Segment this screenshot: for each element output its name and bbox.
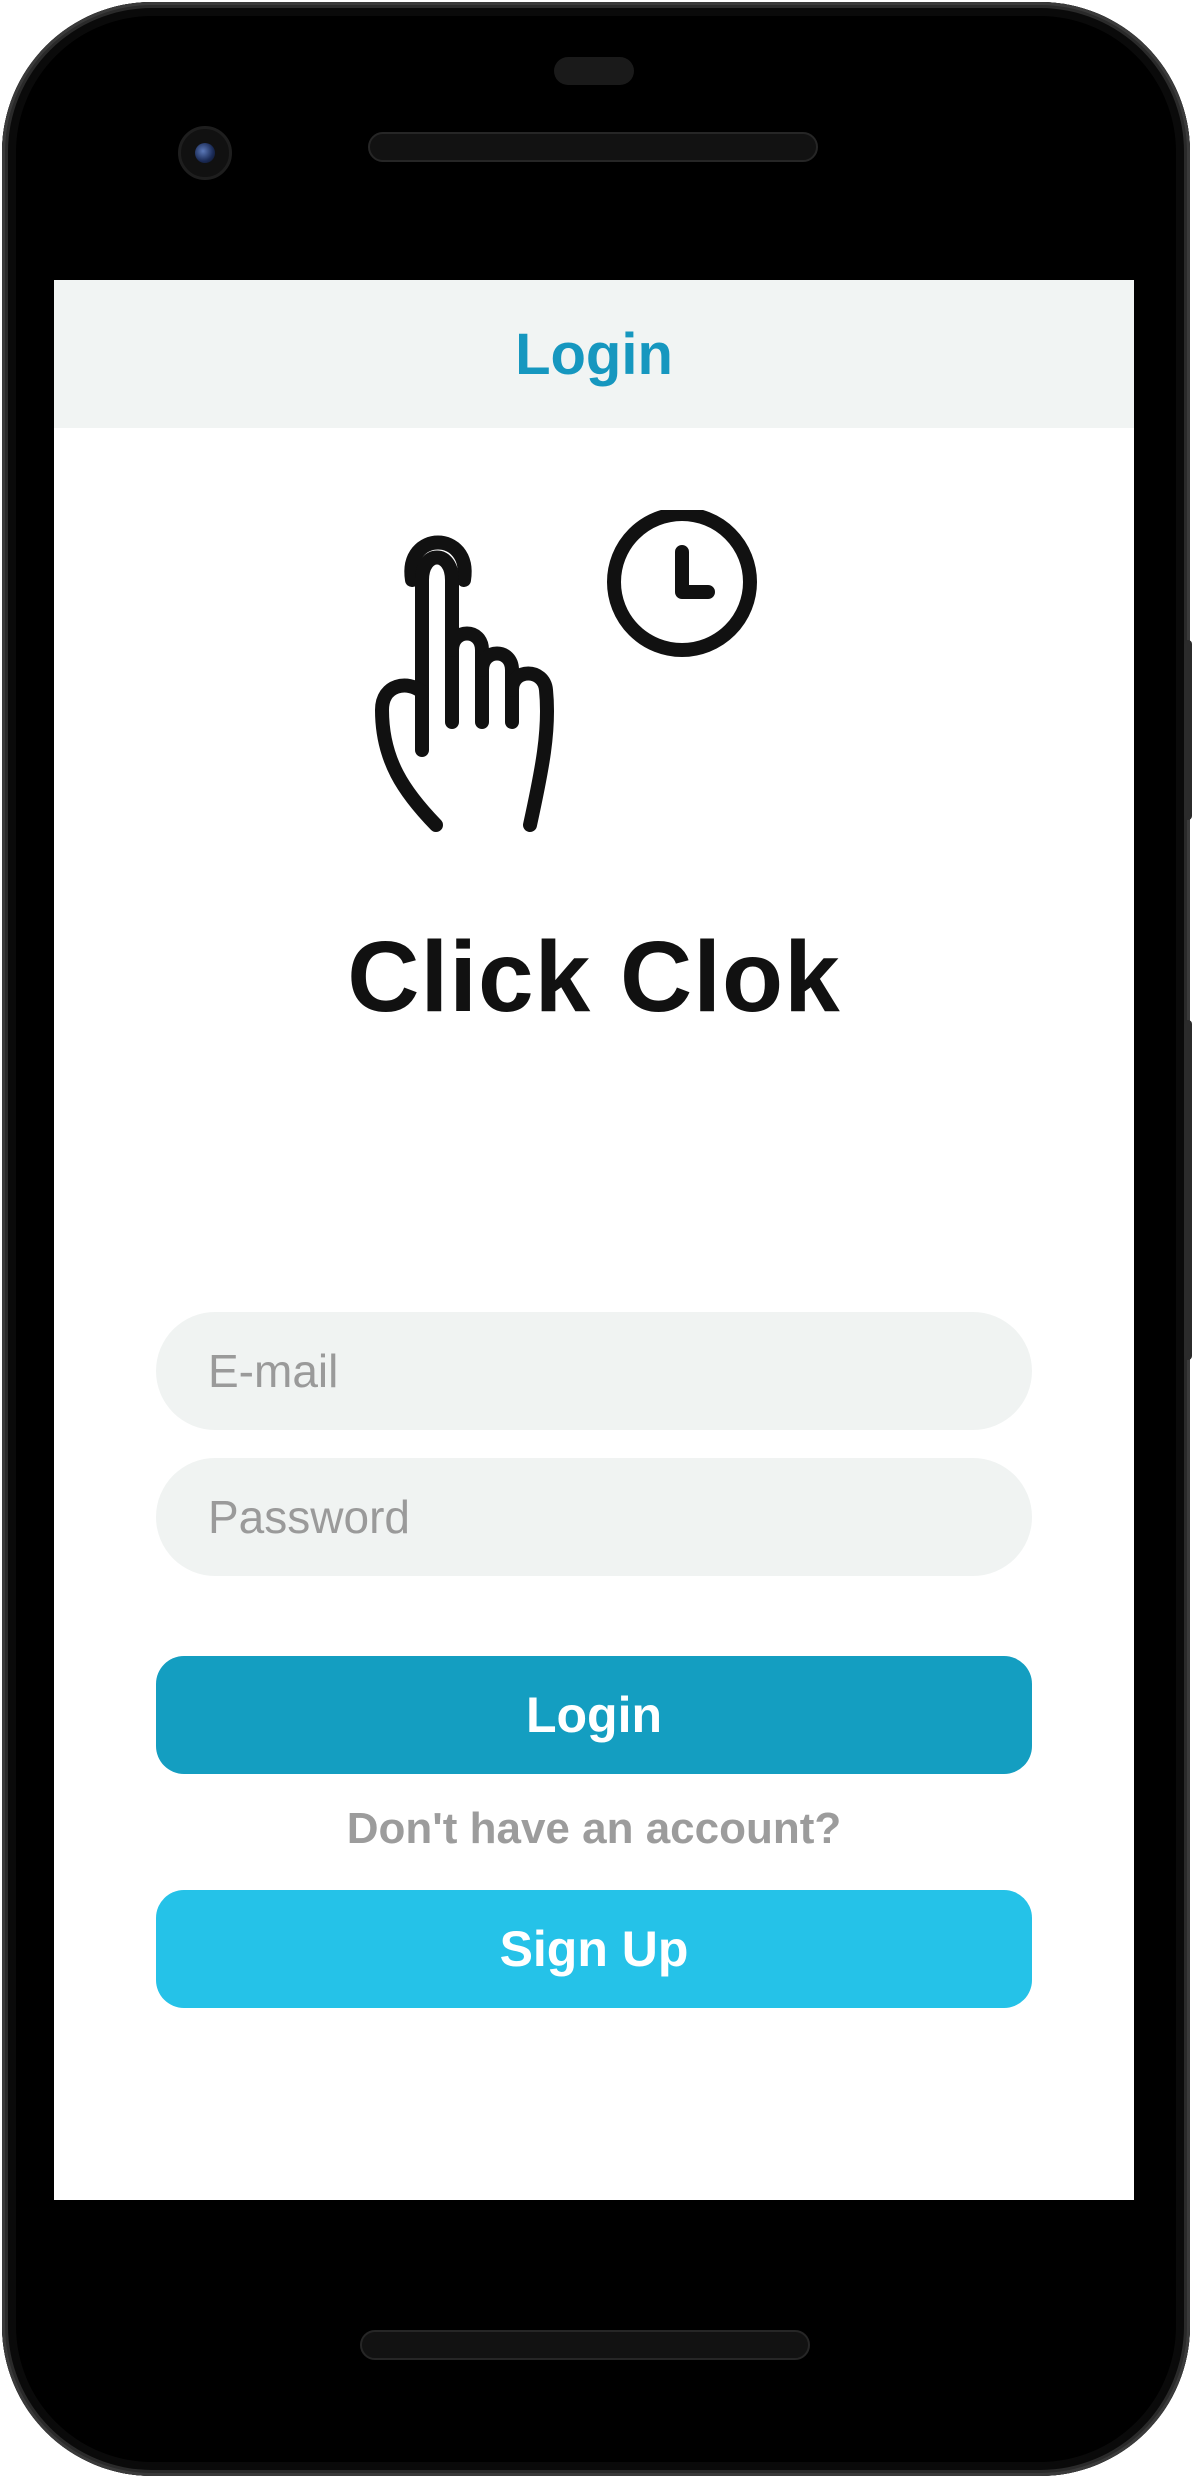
password-input[interactable] bbox=[156, 1458, 1032, 1576]
power-button bbox=[1184, 640, 1192, 820]
phone-notch bbox=[554, 57, 634, 85]
app-bar: Login bbox=[54, 280, 1134, 428]
login-button[interactable]: Login bbox=[156, 1656, 1032, 1774]
phone-frame: Login Click Clok E-mail Login Don't have… bbox=[2, 2, 1190, 2476]
bottom-speaker bbox=[360, 2330, 810, 2360]
email-field[interactable] bbox=[156, 1312, 1032, 1430]
volume-button bbox=[1184, 1020, 1192, 1360]
top-speaker bbox=[368, 132, 818, 162]
tap-finger-clock-icon bbox=[375, 510, 757, 832]
app-screen: Login Click Clok E-mail Login Don't have… bbox=[54, 280, 1134, 2200]
signup-prompt: Don't have an account? bbox=[346, 1804, 842, 1853]
page-title: Login bbox=[515, 321, 673, 387]
email-input[interactable] bbox=[156, 1312, 1032, 1430]
brand-name: Click Clok bbox=[347, 921, 841, 1033]
front-camera-icon bbox=[178, 126, 232, 180]
password-field[interactable] bbox=[156, 1458, 1032, 1576]
signup-button[interactable]: Sign Up bbox=[156, 1890, 1032, 2008]
